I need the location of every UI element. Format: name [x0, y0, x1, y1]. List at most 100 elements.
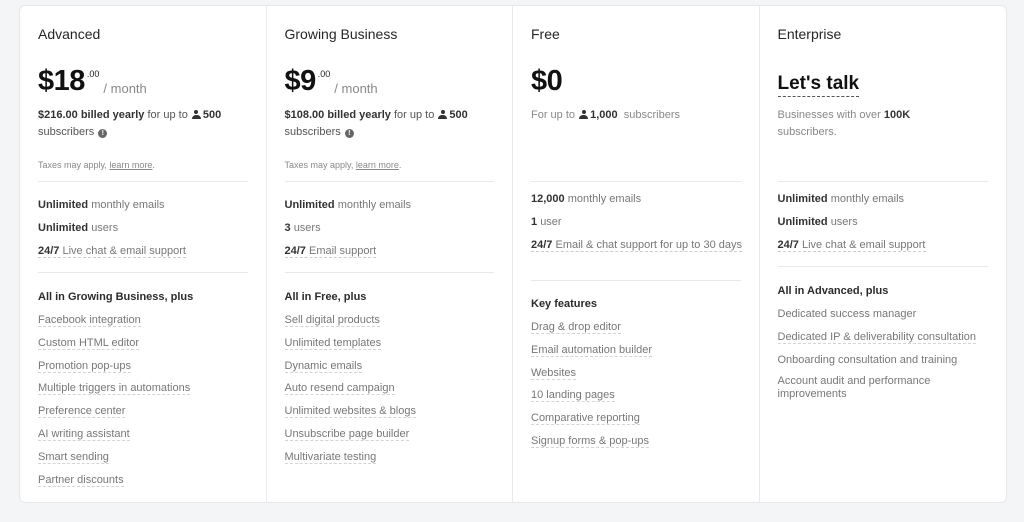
features-heading: All in Free, plus — [284, 291, 367, 303]
info-icon[interactable]: ! — [98, 128, 108, 138]
description-suffix: subscribers. — [777, 125, 837, 138]
learn-more-link[interactable]: learn more — [109, 160, 152, 170]
feature-item[interactable]: Dynamic emails — [284, 359, 500, 373]
plan-name: Free — [531, 26, 560, 42]
taxes-end: . — [398, 160, 402, 170]
subscribers-label: subscribers — [623, 109, 680, 121]
feature-item[interactable]: Smart sending — [38, 450, 253, 464]
limit-label: monthly emails — [567, 193, 642, 205]
limit-label: Email support — [308, 245, 377, 257]
divider — [531, 181, 741, 182]
feature-item[interactable]: Multiple triggers in automations — [38, 381, 253, 396]
price-period: / month — [103, 81, 147, 96]
feature-item[interactable]: Comparative reporting — [531, 411, 746, 426]
subscribers-count: 1,000 — [590, 109, 618, 121]
feature-list: All in Advanced, plus Dedicated success … — [777, 284, 993, 410]
feature-item[interactable]: Unlimited templates — [284, 336, 500, 350]
feature-item[interactable]: Dedicated IP & deliverability consultati… — [777, 330, 993, 344]
plan-free: Free $0 For up to 1,000 subscribers 12,0… — [513, 6, 760, 502]
plan-limits: 12,000 monthly emails 1 user 24/7 Email … — [531, 192, 746, 261]
feature-item[interactable]: Sell digital products — [284, 313, 500, 327]
price: $18 — [38, 65, 85, 97]
limit-users: Unlimited users — [778, 215, 993, 229]
person-icon — [191, 110, 201, 119]
limit-emails: Unlimited monthly emails — [778, 192, 993, 206]
limit-label: users — [830, 216, 858, 228]
taxes-note: Taxes may apply, learn more. — [285, 160, 402, 170]
feature-item[interactable]: 10 landing pages — [531, 388, 746, 403]
divider — [284, 181, 494, 182]
taxes-text: Taxes may apply, — [284, 160, 354, 170]
feature-list: All in Growing Business, plus Facebook i… — [38, 290, 253, 495]
limit-support[interactable]: 24/7 Live chat & email support — [777, 238, 993, 252]
limit-value: Unlimited — [38, 199, 89, 211]
limit-users: Unlimited users — [38, 221, 253, 235]
plan-growing-business: Growing Business $9 .00 / month $108.00 … — [267, 6, 513, 502]
feature-item[interactable]: Signup forms & pop-ups — [531, 434, 746, 448]
description-prefix: Businesses with over — [777, 109, 881, 121]
limit-support[interactable]: 24/7 Live chat & email support — [38, 244, 253, 258]
billing-for: for up to — [393, 109, 435, 121]
divider — [531, 280, 741, 281]
plan-limits: Unlimited monthly emails Unlimited users… — [777, 192, 993, 261]
plan-name: Advanced — [38, 26, 101, 42]
feature-item[interactable]: Promotion pop-ups — [38, 359, 253, 373]
price: $0 — [531, 65, 563, 97]
limit-emails: Unlimited monthly emails — [285, 198, 500, 212]
billing-amount: $216.00 billed yearly — [38, 109, 145, 121]
feature-item: Dedicated success manager — [777, 308, 917, 320]
feature-item[interactable]: Facebook integration — [38, 313, 253, 327]
limit-value: 24/7 — [38, 245, 60, 257]
features-heading: Key features — [531, 298, 598, 310]
limit-value: Unlimited — [284, 199, 335, 211]
billing-info: For up to 1,000 subscribers — [531, 107, 746, 124]
feature-item[interactable]: Websites — [531, 366, 746, 380]
features-heading: All in Growing Business, plus — [38, 291, 194, 303]
feature-item[interactable]: Unsubscribe page builder — [284, 427, 500, 441]
limit-label: Live chat & email support — [801, 239, 926, 251]
billing-for: for up to — [147, 109, 188, 121]
limit-value: 12,000 — [531, 193, 565, 205]
limit-support[interactable]: 24/7 Email support — [284, 244, 500, 258]
limit-label: Email & chat support for up to 30 days — [555, 239, 742, 251]
feature-item[interactable]: AI writing assistant — [38, 427, 253, 441]
divider — [284, 272, 494, 273]
limit-label: monthly emails — [830, 193, 905, 205]
feature-item[interactable]: Partner discounts — [38, 473, 253, 487]
subscribers-count: 500 — [449, 109, 468, 121]
taxes-end: . — [152, 160, 155, 170]
info-icon[interactable]: ! — [344, 128, 354, 138]
limit-support[interactable]: 24/7 Email & chat support for up to 30 d… — [531, 238, 746, 252]
limit-value: 24/7 — [284, 245, 306, 257]
feature-item[interactable]: Auto resend campaign — [284, 381, 500, 396]
limit-label: monthly emails — [337, 199, 412, 211]
limit-label: monthly emails — [91, 199, 165, 211]
limit-value: Unlimited — [777, 216, 828, 228]
limit-label: user — [540, 216, 562, 228]
plan-name: Growing Business — [284, 26, 398, 42]
subscribers-label: subscribers — [38, 125, 95, 138]
limit-emails: 12,000 monthly emails — [531, 192, 746, 206]
price-row: $9 .00 / month — [285, 64, 378, 98]
price-cents: .00 — [86, 69, 100, 79]
feature-item[interactable]: Custom HTML editor — [38, 336, 253, 350]
person-icon — [438, 110, 448, 119]
limit-value: 24/7 — [531, 239, 553, 251]
feature-item[interactable]: Preference center — [38, 404, 253, 419]
feature-item[interactable]: Multivariate testing — [284, 450, 500, 464]
price-row: $18 .00 / month — [38, 64, 147, 98]
billing-info: $108.00 billed yearly for up to 500 subs… — [285, 107, 500, 140]
pricing-table: Advanced $18 .00 / month $216.00 billed … — [19, 5, 1007, 503]
feature-item[interactable]: Drag & drop editor — [531, 320, 746, 334]
limit-value: 3 — [284, 222, 291, 234]
learn-more-link[interactable]: learn more — [356, 160, 399, 170]
divider — [777, 181, 988, 182]
feature-item[interactable]: Email automation builder — [531, 343, 746, 357]
description-bold: 100K — [883, 109, 911, 121]
lets-talk-link[interactable]: Let's talk — [777, 72, 860, 97]
limit-users: 3 users — [285, 221, 500, 235]
billing-prefix: For up to — [531, 109, 576, 121]
limit-value: 1 — [531, 216, 538, 228]
feature-item[interactable]: Unlimited websites & blogs — [284, 404, 500, 419]
limit-label: Live chat & email support — [62, 245, 186, 257]
